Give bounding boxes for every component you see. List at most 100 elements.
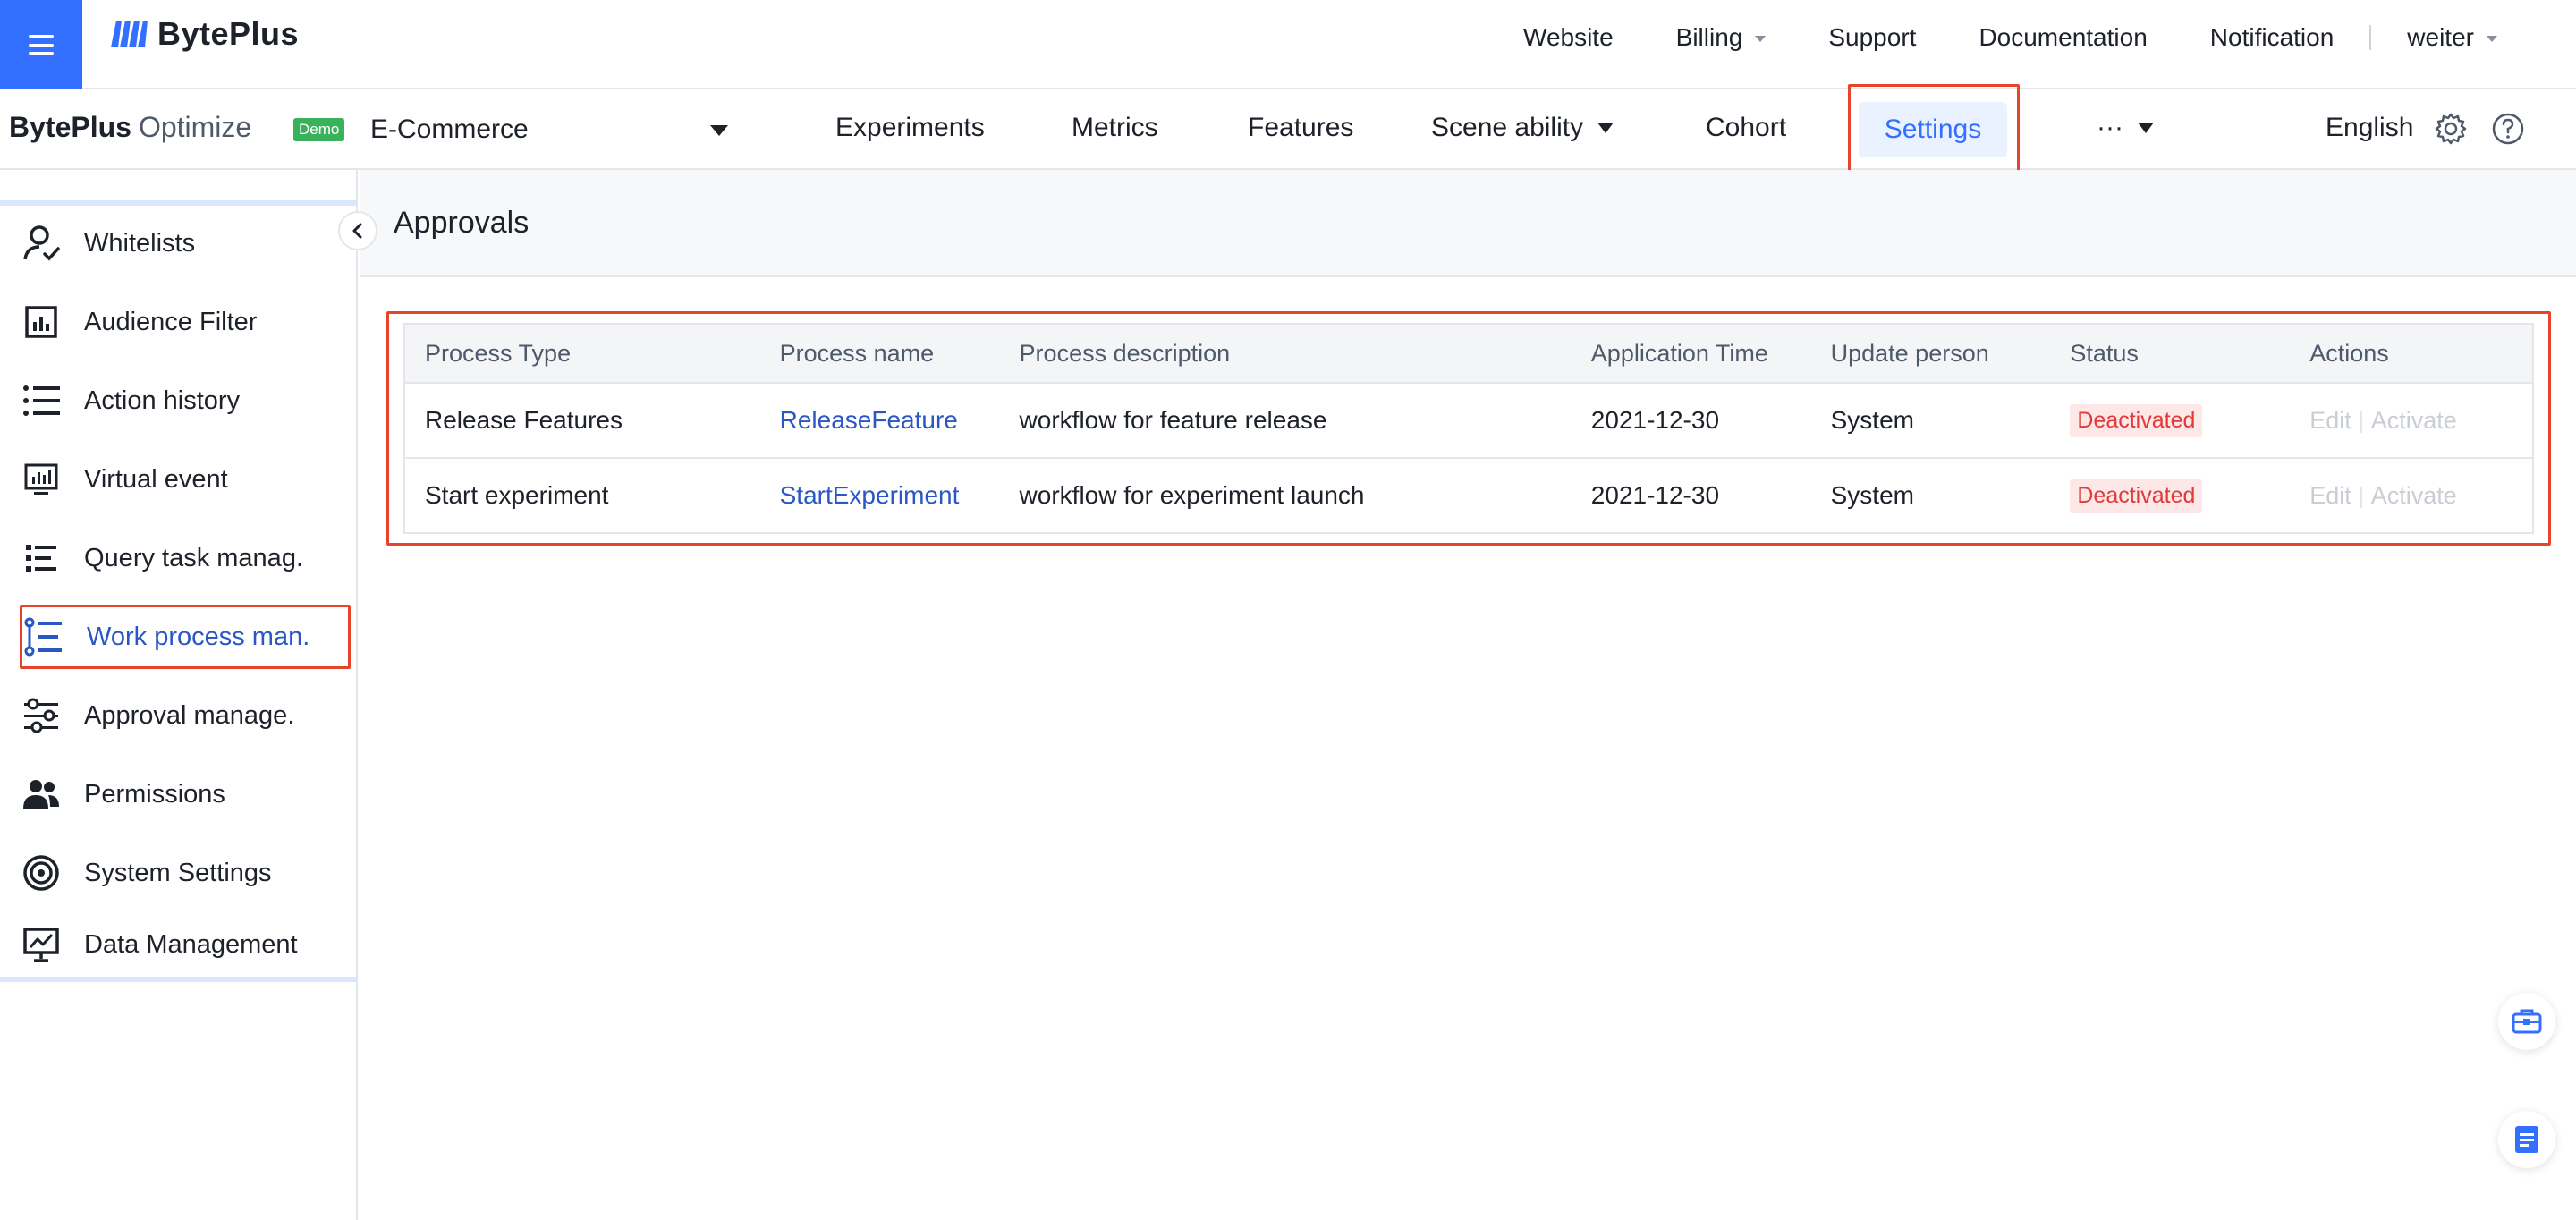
sidebar-item-permissions[interactable]: Permissions [20,762,351,826]
sidebar-collapse-button[interactable] [338,211,377,250]
activate-button[interactable]: Activate [2371,482,2457,509]
caret-down-icon [2137,123,2154,133]
sidebar-item-label: Approval manage. [84,700,295,730]
process-name-link[interactable]: StartExperiment [780,481,960,509]
caret-down-icon [1597,123,1614,133]
sidebar: Whitelists Audience Filter Action histor… [0,170,377,1220]
brand[interactable]: BytePlus [109,14,299,54]
task-list-icon [20,537,63,580]
nav-support-link[interactable]: Support [1828,23,1916,52]
document-button[interactable] [2498,1111,2555,1168]
presentation-chart-icon [20,923,63,966]
document-icon [2515,1126,2538,1153]
target-icon [20,851,63,894]
page-title: Approvals [394,206,530,240]
product-name-light: Optimize [138,111,252,143]
tab-settings[interactable]: Settings [1859,102,2007,157]
process-description-cell: workflow for experiment launch [1019,481,1365,509]
list-icon [20,379,63,422]
table-row: Release Features ReleaseFeature workflow… [404,383,2533,459]
sidebar-item-label: Audience Filter [84,307,258,336]
edit-button[interactable]: Edit [2309,407,2351,434]
column-header: Status [2050,324,2291,384]
chevron-down-icon [2487,35,2497,42]
workflow-icon [22,615,65,658]
column-header: Process description [999,324,1572,384]
tab-cohort[interactable]: Cohort [1706,113,1786,143]
tab-experiments[interactable]: Experiments [835,113,985,143]
help-icon[interactable] [2490,111,2526,147]
table-row: Start experiment StartExperiment workflo… [404,458,2533,533]
status-cell: Deactivated [2050,383,2291,459]
monitor-chart-icon [20,458,63,501]
page-header: Approvals [360,170,2576,277]
sidebar-item-label: Query task manag. [84,543,303,572]
process-type-cell: Release Features [404,383,760,459]
process-name-cell: StartExperiment [760,458,1000,533]
main-content: Approvals Process Type Process name Proc… [360,170,2576,1220]
process-name-cell: ReleaseFeature [759,383,1000,459]
sliders-icon [20,694,63,737]
sidebar-item-label: Action history [84,385,241,415]
user-menu[interactable]: weiter [2407,23,2497,52]
action-divider [2360,486,2362,508]
nav-billing-label: Billing [1675,23,1743,51]
menu-icon [29,35,54,55]
user-name: weiter [2407,23,2474,51]
tab-scene-ability[interactable]: Scene ability [1431,113,1614,143]
activate-button[interactable]: Activate [2371,407,2457,434]
update-person-cell: System [1830,481,1914,509]
project-select-value: E-Commerce [370,114,529,144]
toolbox-icon [2512,1009,2542,1034]
sidebar-item-action-history[interactable]: Action history [20,369,351,433]
project-select[interactable]: E-Commerce [370,109,728,150]
product-name: BytePlus Optimize [9,111,251,144]
caret-down-icon [710,125,728,136]
nav-divider [2369,25,2372,50]
top-nav: Website Billing Support Documentation No… [1523,0,2576,75]
chart-box-icon [20,301,63,343]
tab-features[interactable]: Features [1248,113,1353,143]
update-person-cell: System [1810,383,2051,459]
process-description-cell: workflow for feature release [999,383,1572,459]
column-header: Update person [1810,324,2051,384]
tab-more[interactable]: ··· [2097,113,2154,143]
nav-website-link[interactable]: Website [1523,23,1614,52]
tab-scene-ability-label: Scene ability [1431,113,1584,142]
sidebar-item-system-settings[interactable]: System Settings [20,841,351,905]
nav-billing-menu[interactable]: Billing [1676,23,1767,52]
toolbox-button[interactable] [2498,993,2555,1050]
hamburger-menu-button[interactable] [0,0,82,89]
actions-cell: Edit Activate [2290,458,2533,533]
users-icon [20,773,63,816]
language-switch[interactable]: English [2326,113,2413,143]
sidebar-item-virtual-event[interactable]: Virtual event [20,447,351,512]
nav-notification-link[interactable]: Notification [2210,23,2334,52]
edit-button[interactable]: Edit [2309,482,2351,509]
sidebar-item-data-management[interactable]: Data Management [20,912,351,977]
column-header: Application Time [1571,324,1811,384]
sidebar-item-whitelists[interactable]: Whitelists [20,211,351,275]
sidebar-item-label: Whitelists [84,228,196,258]
sidebar-item-label: Data Management [84,929,298,959]
application-time-cell: 2021-12-30 [1571,383,1811,459]
sidebar-item-label: Virtual event [84,464,228,494]
nav-documentation-link[interactable]: Documentation [1979,23,2147,52]
sidebar-item-work-process[interactable]: Work process man. [20,605,351,669]
chevron-down-icon [1755,35,1767,42]
process-type-cell: Start experiment [425,481,609,509]
sidebar-item-label: Permissions [84,779,225,809]
column-header: Actions [2290,324,2533,384]
top-header: BytePlus Website Billing Support Documen… [0,0,2576,89]
process-name-link[interactable]: ReleaseFeature [780,406,958,434]
product-bar: BytePlus Optimize Demo E-Commerce Experi… [0,84,2576,174]
tab-metrics[interactable]: Metrics [1072,113,1158,143]
sidebar-item-audience-filter[interactable]: Audience Filter [20,290,351,354]
status-cell: Deactivated [2050,458,2290,533]
gear-icon[interactable] [2433,111,2469,147]
sidebar-item-query-task[interactable]: Query task manag. [20,526,351,590]
application-time-cell: 2021-12-30 [1590,481,1720,509]
status-badge: Deactivated [2070,403,2203,437]
sidebar-item-approval[interactable]: Approval manage. [20,683,351,748]
table-header-row: Process Type Process name Process descri… [404,324,2533,384]
